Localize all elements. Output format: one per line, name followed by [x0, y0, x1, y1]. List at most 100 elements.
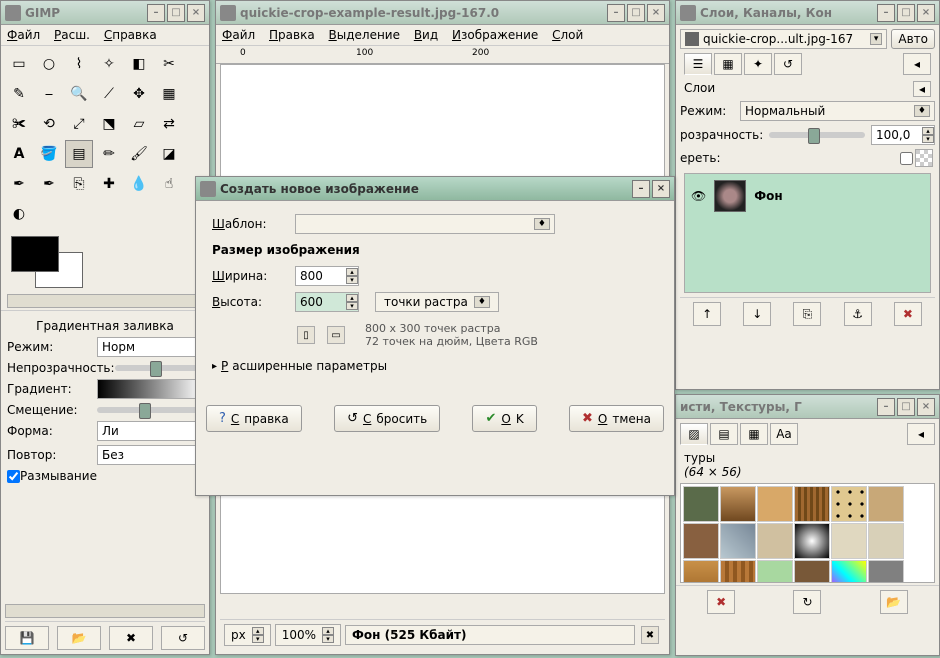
- repeat-combo[interactable]: Без: [97, 445, 203, 465]
- align-tool[interactable]: ▦: [155, 80, 183, 108]
- dither-checkbox[interactable]: [7, 470, 20, 483]
- toolbox-tab-scroll[interactable]: [7, 294, 203, 308]
- portrait-icon[interactable]: ▯: [297, 326, 315, 344]
- picker-tool[interactable]: ⎯: [35, 80, 63, 108]
- close-button[interactable]: ×: [652, 180, 670, 198]
- toolbox-hscroll[interactable]: [5, 604, 205, 618]
- close-button[interactable]: ×: [917, 398, 935, 416]
- texture-item[interactable]: [794, 523, 830, 559]
- layer-row[interactable]: 👁 Фон: [685, 174, 930, 218]
- menu-layer[interactable]: Слой: [552, 28, 583, 42]
- wand-tool[interactable]: ✧: [95, 50, 123, 78]
- layer-opacity-slider[interactable]: [769, 132, 865, 138]
- delete-texture-button[interactable]: ✖: [707, 590, 735, 614]
- bucket-tool[interactable]: 🪣: [35, 140, 63, 168]
- layer-list[interactable]: 👁 Фон: [684, 173, 931, 293]
- layers-tab[interactable]: ☰: [684, 53, 712, 75]
- texture-item[interactable]: [683, 560, 719, 583]
- shear-tool[interactable]: ⬔: [95, 110, 123, 138]
- reset-options-button[interactable]: ↺: [161, 626, 205, 650]
- menu-image[interactable]: Изображение: [452, 28, 538, 42]
- text-tool[interactable]: A: [5, 140, 33, 168]
- tab-menu[interactable]: ◂: [907, 423, 935, 445]
- measure-tool[interactable]: ⟋: [95, 80, 123, 108]
- fonts-tab[interactable]: Aa: [770, 423, 798, 445]
- paths-tab[interactable]: ✦: [744, 53, 772, 75]
- height-input[interactable]: ▴▾: [295, 292, 359, 312]
- minimize-button[interactable]: –: [632, 180, 650, 198]
- reset-button[interactable]: ↺Сбросить: [334, 405, 440, 432]
- spinner-down[interactable]: ▾: [346, 276, 358, 284]
- minimize-button[interactable]: –: [877, 4, 895, 22]
- maximize-button[interactable]: □: [897, 398, 915, 416]
- image-combo[interactable]: quickie-crop...ult.jpg-167▾: [680, 29, 887, 49]
- path-tool[interactable]: ✎: [5, 80, 33, 108]
- layer-up-button[interactable]: ↑: [693, 302, 721, 326]
- restore-options-button[interactable]: 📂: [57, 626, 101, 650]
- minimize-button[interactable]: –: [877, 398, 895, 416]
- eraser-tool[interactable]: ◪: [155, 140, 183, 168]
- ellipse-select-tool[interactable]: ○: [35, 50, 63, 78]
- maximize-button[interactable]: □: [627, 4, 645, 22]
- layer-down-button[interactable]: ↓: [743, 302, 771, 326]
- ok-button[interactable]: ✔OK: [472, 405, 536, 432]
- canvas-titlebar[interactable]: quickie-crop-example-result.jpg-167.0 – …: [216, 1, 669, 25]
- spinner-up[interactable]: ▴: [346, 268, 358, 276]
- cancel-icon[interactable]: ✖: [641, 626, 659, 644]
- texture-item[interactable]: [683, 523, 719, 559]
- refresh-texture-button[interactable]: ↻: [793, 590, 821, 614]
- texture-grid[interactable]: [680, 483, 935, 583]
- opacity-slider[interactable]: [115, 365, 203, 371]
- eye-icon[interactable]: 👁: [691, 189, 706, 203]
- spinner-down[interactable]: ▾: [346, 302, 358, 310]
- menu-file[interactable]: Файл: [222, 28, 255, 42]
- undo-tab[interactable]: ↺: [774, 53, 802, 75]
- texture-item[interactable]: [868, 486, 904, 522]
- dodge-tool[interactable]: ◐: [5, 200, 33, 228]
- texture-item[interactable]: [831, 486, 867, 522]
- spinner-down[interactable]: ▾: [322, 635, 334, 643]
- gradients-tab[interactable]: ▤: [710, 423, 738, 445]
- auto-button[interactable]: Авто: [891, 29, 935, 49]
- menu-ext[interactable]: Расш.: [54, 28, 90, 42]
- rect-select-tool[interactable]: ▭: [5, 50, 33, 78]
- texture-item[interactable]: [683, 486, 719, 522]
- menu-select[interactable]: Выделение: [329, 28, 400, 42]
- template-combo[interactable]: ♦: [295, 214, 555, 234]
- zoom-combo[interactable]: 100%▴▾: [275, 624, 341, 646]
- layer-anchor-button[interactable]: ⚓: [844, 302, 872, 326]
- units-combo[interactable]: точки растра♦: [375, 292, 499, 312]
- smudge-tool[interactable]: ☝: [155, 170, 183, 198]
- delete-options-button[interactable]: ✖: [109, 626, 153, 650]
- menu-help[interactable]: Справка: [104, 28, 157, 42]
- texture-item[interactable]: [757, 560, 793, 583]
- layer-dup-button[interactable]: ⎘: [793, 302, 821, 326]
- scale-tool[interactable]: ⤢: [65, 110, 93, 138]
- lasso-tool[interactable]: ⌇: [65, 50, 93, 78]
- layers-menu-icon[interactable]: ◂: [913, 81, 931, 97]
- perspective-tool[interactable]: ▱: [125, 110, 153, 138]
- save-options-button[interactable]: 💾: [5, 626, 49, 650]
- by-color-tool[interactable]: ◧: [125, 50, 153, 78]
- layer-mode-combo[interactable]: Нормальный♦: [740, 101, 935, 121]
- open-texture-button[interactable]: 📂: [880, 590, 908, 614]
- color-swatches[interactable]: [1, 232, 209, 292]
- dialog-titlebar[interactable]: Создать новое изображение – ×: [196, 177, 674, 201]
- spinner-up[interactable]: ▴: [346, 294, 358, 302]
- texture-item[interactable]: [794, 486, 830, 522]
- airbrush-tool[interactable]: ✒: [5, 170, 33, 198]
- texture-item[interactable]: [868, 523, 904, 559]
- brushes-titlebar[interactable]: исти, Текстуры, Г – □ ×: [676, 395, 939, 419]
- move-tool[interactable]: ✥: [125, 80, 153, 108]
- tab-menu[interactable]: ◂: [903, 53, 931, 75]
- texture-item[interactable]: [794, 560, 830, 583]
- textures-tab[interactable]: ▨: [680, 423, 708, 445]
- zoom-tool[interactable]: 🔍: [65, 80, 93, 108]
- minimize-button[interactable]: –: [147, 4, 165, 22]
- spinner-down[interactable]: ▾: [252, 635, 264, 643]
- menu-file[interactable]: Файл: [7, 28, 40, 42]
- cancel-button[interactable]: ✖Отмена: [569, 405, 664, 432]
- close-button[interactable]: ×: [917, 4, 935, 22]
- lock-alpha-check[interactable]: [900, 152, 913, 165]
- opacity-spin[interactable]: ▴▾: [871, 125, 935, 145]
